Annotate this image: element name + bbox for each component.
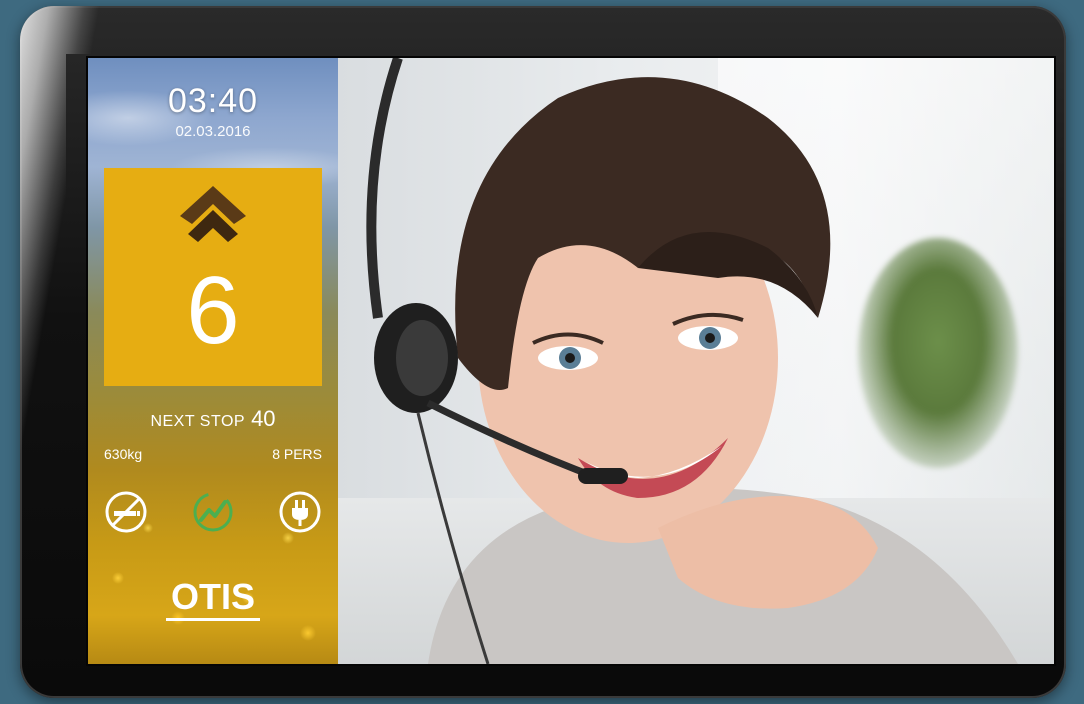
no-smoking-icon: [105, 491, 147, 533]
advertisement-image: [338, 58, 1054, 664]
clock-date: 02.03.2016: [175, 123, 251, 140]
next-stop-value: 40: [251, 406, 276, 431]
floor-indicator: 6: [104, 168, 322, 386]
current-floor-number: 6: [186, 257, 240, 364]
logo-underline: [166, 618, 260, 621]
load-weight: 630kg: [104, 446, 143, 462]
load-persons: 8 PERS: [272, 446, 322, 462]
otis-logo: OTIS: [162, 578, 264, 628]
info-sidebar: 03:40 02.03.2016 6 NEXT STOP 40 630kg 8 P…: [88, 58, 338, 664]
clock-time: 03:40: [167, 82, 259, 120]
next-stop: NEXT STOP 40: [88, 406, 338, 432]
clock: 03:40 02.03.2016: [88, 82, 338, 140]
logo-text: OTIS: [170, 576, 255, 617]
smiling-agent-photo: [366, 58, 1018, 664]
energy-saving-icon: [193, 492, 233, 532]
chevron-double-up-icon: [180, 186, 246, 242]
power-plug-icon: [279, 491, 321, 533]
elevator-screen: 03:40 02.03.2016 6 NEXT STOP 40 630kg 8 P…: [88, 58, 1054, 664]
status-icons: [104, 490, 322, 536]
next-stop-label: NEXT STOP: [150, 413, 246, 430]
display-device: 03:40 02.03.2016 6 NEXT STOP 40 630kg 8 P…: [20, 6, 1066, 698]
